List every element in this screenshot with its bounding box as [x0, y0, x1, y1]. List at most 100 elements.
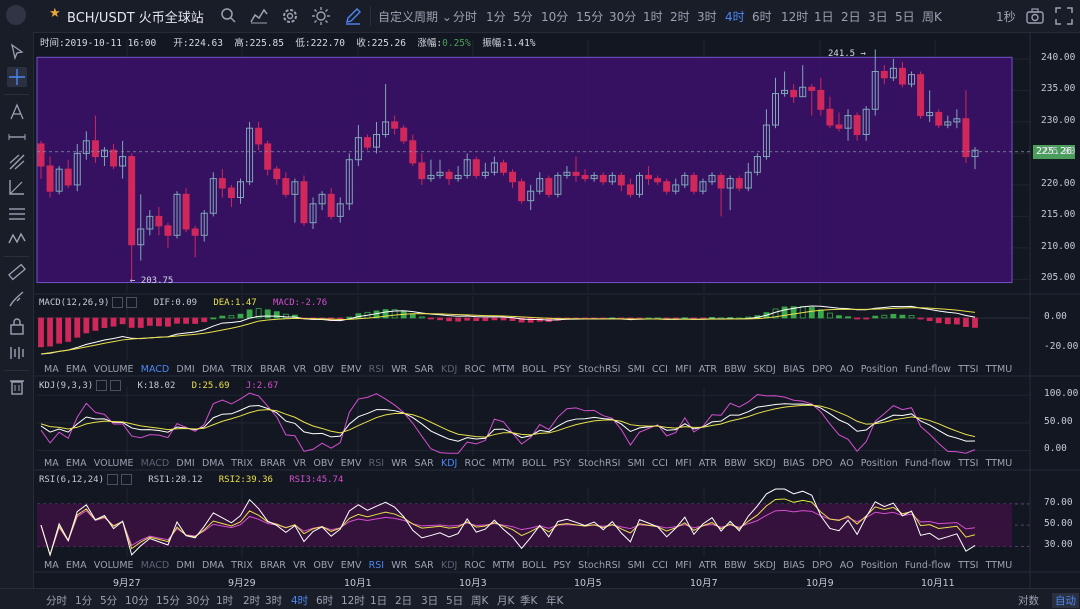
indicator-tab-ma[interactable]: MA	[44, 560, 59, 571]
auto-scale-toggle[interactable]: 自动	[1052, 593, 1079, 608]
indicator-tab-stochrsi[interactable]: StochRSI	[578, 458, 620, 469]
bottom-period-周K[interactable]: 周K	[471, 593, 488, 608]
bottom-period-分时[interactable]: 分时	[46, 593, 67, 608]
indicator-tab-psy[interactable]: PSY	[553, 458, 571, 469]
bottom-period-季K[interactable]: 季K	[520, 593, 537, 608]
indicator-tab-kdj[interactable]: KDJ	[441, 364, 457, 375]
indicator-tab-ema[interactable]: EMA	[66, 458, 87, 469]
indicator-tab-skdj[interactable]: SKDJ	[753, 560, 775, 571]
indicator-tab-bbw[interactable]: BBW	[724, 560, 746, 571]
indicator-tab-sar[interactable]: SAR	[414, 560, 433, 571]
indicator-tab-boll[interactable]: BOLL	[522, 458, 546, 469]
indicator-tab-cci[interactable]: CCI	[652, 560, 668, 571]
indicator-tab-fund-flow[interactable]: Fund-flow	[905, 364, 951, 375]
bottom-period-3时[interactable]: 3时	[265, 593, 282, 608]
indicator-tab-rsi[interactable]: RSI	[369, 560, 384, 571]
indicator-tab-dma[interactable]: DMA	[202, 560, 224, 571]
indicator-tab-trix[interactable]: TRIX	[231, 364, 253, 375]
indicator-tab-vr[interactable]: VR	[293, 364, 306, 375]
bottom-period-30分[interactable]: 30分	[186, 593, 210, 608]
indicator-tab-mtm[interactable]: MTM	[492, 364, 514, 375]
bottom-period-15分[interactable]: 15分	[156, 593, 180, 608]
indicator-tab-ao[interactable]: AO	[840, 364, 854, 375]
indicator-tab-ttmu[interactable]: TTMU	[986, 560, 1013, 571]
indicator-tab-roc[interactable]: ROC	[465, 364, 486, 375]
indicator-tab-vr[interactable]: VR	[293, 458, 306, 469]
bottom-period-5分[interactable]: 5分	[100, 593, 117, 608]
indicator-tab-cci[interactable]: CCI	[652, 364, 668, 375]
indicator-tab-smi[interactable]: SMI	[628, 364, 645, 375]
indicator-tab-stochrsi[interactable]: StochRSI	[578, 560, 620, 571]
indicator-tab-dma[interactable]: DMA	[202, 458, 224, 469]
indicator-tab-sar[interactable]: SAR	[414, 458, 433, 469]
bottom-period-5日[interactable]: 5日	[446, 593, 463, 608]
indicator-tab-fund-flow[interactable]: Fund-flow	[905, 458, 951, 469]
indicator-tab-atr[interactable]: ATR	[699, 364, 717, 375]
indicator-tab-macd[interactable]: MACD	[141, 560, 169, 571]
bottom-period-6时[interactable]: 6时	[316, 593, 333, 608]
indicator-tab-smi[interactable]: SMI	[628, 458, 645, 469]
indicator-tab-fund-flow[interactable]: Fund-flow	[905, 560, 951, 571]
indicator-tab-dmi[interactable]: DMI	[176, 364, 194, 375]
indicator-tab-obv[interactable]: OBV	[313, 560, 333, 571]
indicator-tab-ao[interactable]: AO	[840, 560, 854, 571]
indicator-tab-bias[interactable]: BIAS	[783, 364, 805, 375]
indicator-tab-dma[interactable]: DMA	[202, 364, 224, 375]
indicator-tab-boll[interactable]: BOLL	[522, 364, 546, 375]
indicator-tab-macd[interactable]: MACD	[141, 364, 169, 375]
indicator-tab-emv[interactable]: EMV	[341, 560, 362, 571]
indicator-tab-ttmu[interactable]: TTMU	[986, 458, 1013, 469]
indicator-tab-bias[interactable]: BIAS	[783, 458, 805, 469]
indicator-tab-position[interactable]: Position	[861, 364, 898, 375]
indicator-tab-ao[interactable]: AO	[840, 458, 854, 469]
indicator-tab-dmi[interactable]: DMI	[176, 458, 194, 469]
indicator-tab-skdj[interactable]: SKDJ	[753, 364, 775, 375]
close-icon[interactable]	[121, 474, 133, 485]
indicator-tab-brar[interactable]: BRAR	[260, 364, 286, 375]
indicator-tab-wr[interactable]: WR	[391, 560, 407, 571]
indicator-tab-skdj[interactable]: SKDJ	[753, 458, 775, 469]
indicator-tab-ema[interactable]: EMA	[66, 364, 87, 375]
indicator-tab-obv[interactable]: OBV	[313, 364, 333, 375]
indicator-tab-ttsi[interactable]: TTSI	[958, 364, 978, 375]
indicator-tab-trix[interactable]: TRIX	[231, 560, 253, 571]
indicator-tab-mtm[interactable]: MTM	[492, 560, 514, 571]
log-scale-toggle[interactable]: 对数	[1018, 593, 1039, 608]
bottom-period-4时[interactable]: 4时	[291, 593, 308, 608]
bottom-period-1分[interactable]: 1分	[75, 593, 92, 608]
indicator-tab-mfi[interactable]: MFI	[675, 458, 691, 469]
indicator-tab-emv[interactable]: EMV	[341, 364, 362, 375]
indicator-tab-wr[interactable]: WR	[391, 458, 407, 469]
indicator-tab-dmi[interactable]: DMI	[176, 560, 194, 571]
indicator-tab-vr[interactable]: VR	[293, 560, 306, 571]
indicator-tab-bias[interactable]: BIAS	[783, 560, 805, 571]
indicator-tab-rsi[interactable]: RSI	[369, 364, 384, 375]
indicator-tab-macd[interactable]: MACD	[141, 458, 169, 469]
indicator-tab-roc[interactable]: ROC	[465, 458, 486, 469]
indicator-tab-trix[interactable]: TRIX	[231, 458, 253, 469]
indicator-tab-volume[interactable]: VOLUME	[94, 560, 134, 571]
indicator-tab-boll[interactable]: BOLL	[522, 560, 546, 571]
indicator-tab-rsi[interactable]: RSI	[369, 458, 384, 469]
indicator-tab-obv[interactable]: OBV	[313, 458, 333, 469]
indicator-tab-position[interactable]: Position	[861, 560, 898, 571]
indicator-tab-volume[interactable]: VOLUME	[94, 364, 134, 375]
bottom-period-12时[interactable]: 12时	[341, 593, 365, 608]
bottom-period-10分[interactable]: 10分	[125, 593, 149, 608]
indicator-tab-brar[interactable]: BRAR	[260, 458, 286, 469]
indicator-tab-dpo[interactable]: DPO	[812, 458, 833, 469]
indicator-tab-kdj[interactable]: KDJ	[441, 560, 457, 571]
bottom-period-1日[interactable]: 1日	[370, 593, 387, 608]
settings-icon[interactable]	[96, 380, 108, 391]
indicator-tab-ttmu[interactable]: TTMU	[986, 364, 1013, 375]
indicator-tab-position[interactable]: Position	[861, 458, 898, 469]
indicator-tab-atr[interactable]: ATR	[699, 560, 717, 571]
bottom-period-2时[interactable]: 2时	[243, 593, 260, 608]
indicator-tab-volume[interactable]: VOLUME	[94, 458, 134, 469]
indicator-tab-ttsi[interactable]: TTSI	[958, 458, 978, 469]
indicator-tab-psy[interactable]: PSY	[553, 560, 571, 571]
settings-icon[interactable]	[107, 474, 119, 485]
indicator-tab-roc[interactable]: ROC	[465, 560, 486, 571]
close-icon[interactable]	[110, 380, 122, 391]
settings-icon[interactable]	[112, 297, 124, 308]
